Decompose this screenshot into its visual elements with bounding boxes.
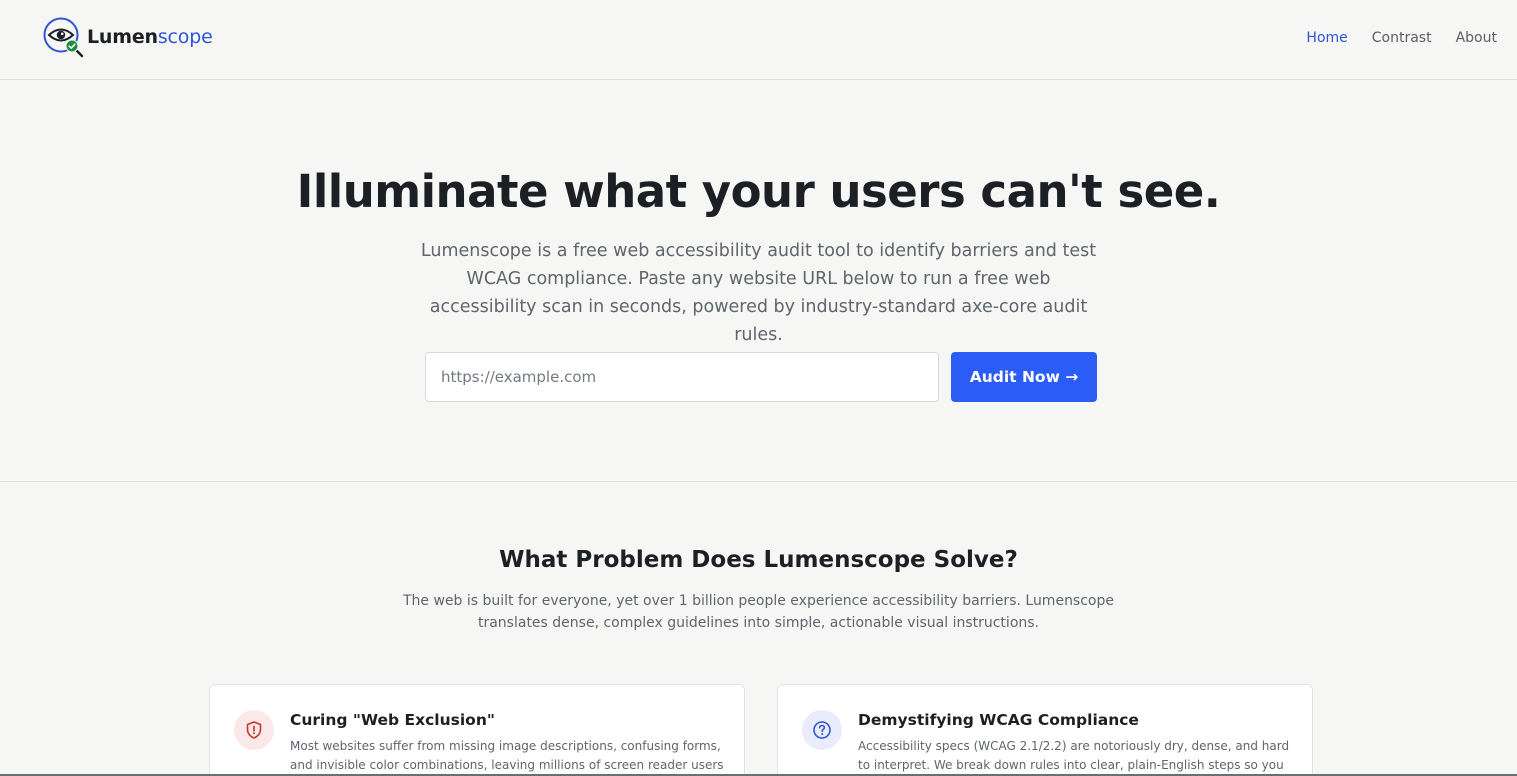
- card-text: Accessibility specs (WCAG 2.1/2.2) are n…: [858, 739, 1290, 772]
- problem-section-subtitle: The web is built for everyone, yet over …: [403, 593, 1114, 631]
- url-input[interactable]: [425, 352, 939, 402]
- feature-card-wcag: Demystifying WCAG Compliance Accessibili…: [777, 684, 1313, 776]
- hero-section: Illuminate what your users can't see. Lu…: [0, 81, 1517, 482]
- card-text: Most websites suffer from missing image …: [290, 739, 724, 772]
- nav-home-link[interactable]: Home: [1306, 30, 1347, 46]
- nav-contrast-link[interactable]: Contrast: [1372, 30, 1432, 46]
- audit-now-button[interactable]: Audit Now →: [951, 352, 1097, 402]
- brand-name: Lumenscope: [87, 26, 213, 48]
- hero-title: Illuminate what your users can't see.: [296, 165, 1221, 218]
- main-nav: Home Contrast About: [1306, 30, 1497, 46]
- eye-magnifier-check-icon: [43, 17, 84, 58]
- brand-name-main: Lumen: [87, 26, 158, 48]
- hero-subtitle: Lumenscope is a free web accessibility a…: [420, 241, 1097, 345]
- feature-card-web-exclusion: Curing "Web Exclusion" Most websites suf…: [209, 684, 745, 776]
- audit-form: Audit Now →: [425, 352, 1097, 402]
- nav-about-link[interactable]: About: [1456, 30, 1497, 46]
- card-title: Curing "Web Exclusion": [290, 711, 495, 729]
- shield-alert-icon: [234, 710, 274, 750]
- problem-section-title: What Problem Does Lumenscope Solve?: [499, 547, 1018, 573]
- brand-name-accent: scope: [157, 26, 213, 48]
- brand-link[interactable]: Lumenscope: [42, 16, 213, 60]
- question-circle-icon: [802, 710, 842, 750]
- card-title: Demystifying WCAG Compliance: [858, 711, 1139, 729]
- site-header: Lumenscope Home Contrast About: [0, 0, 1517, 80]
